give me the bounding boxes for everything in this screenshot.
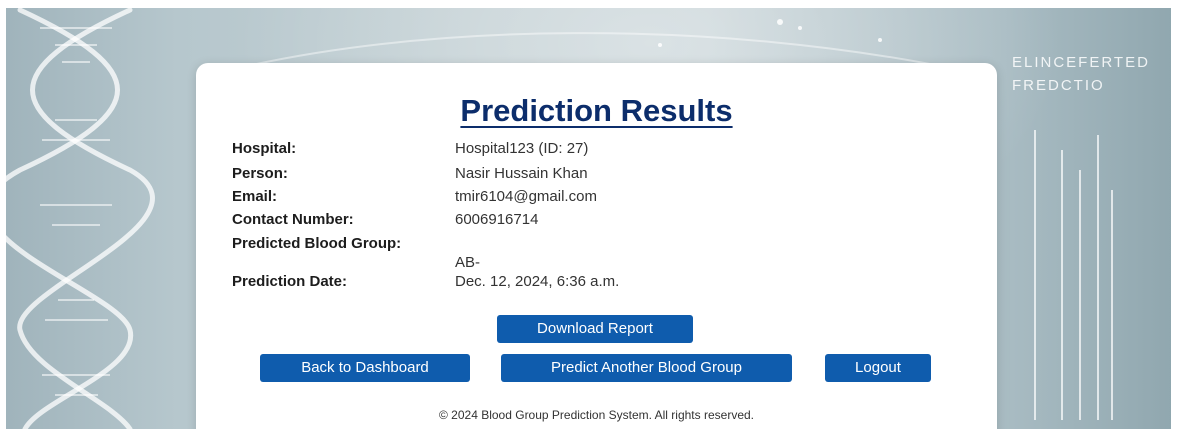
download-report-button[interactable]: Download Report [497, 315, 693, 343]
contact-number-label: Contact Number: [232, 211, 354, 228]
predicted-blood-group-value: AB- [455, 254, 481, 271]
predicted-blood-group-label: Predicted Blood Group: [232, 235, 402, 252]
logout-button[interactable]: Logout [825, 354, 931, 382]
hospital-value: Hospital123 (ID: 27) [455, 140, 589, 157]
hospital-label: Hospital: [232, 140, 297, 157]
predict-another-button[interactable]: Predict Another Blood Group [501, 354, 792, 382]
email-value: tmir6104@gmail.com [455, 188, 597, 205]
footer-copyright: © 2024 Blood Group Prediction System. Al… [439, 408, 754, 422]
back-to-dashboard-button[interactable]: Back to Dashboard [260, 354, 470, 382]
left-strip [0, 0, 6, 429]
prediction-date-label: Prediction Date: [232, 273, 348, 290]
page: ELINCEFERTED FREDCTIO Prediction Results… [0, 0, 1181, 429]
results-card: Prediction Results Hospital: Hospital123… [196, 63, 997, 429]
contact-number-value: 6006916714 [455, 211, 539, 228]
watermark-line-1: ELINCEFERTED [1012, 54, 1150, 71]
person-value: Nasir Hussain Khan [455, 165, 588, 182]
page-title: Prediction Results [460, 93, 733, 128]
email-label: Email: [232, 188, 278, 205]
watermark-line-2: FREDCTIO [1012, 76, 1105, 94]
background-watermark-text: ELINCEFERTED FREDCTIO [1012, 52, 1150, 97]
prediction-date-value: Dec. 12, 2024, 6:36 a.m. [455, 273, 620, 290]
right-strip [1171, 0, 1181, 429]
top-strip [0, 0, 1181, 8]
person-label: Person: [232, 165, 288, 182]
